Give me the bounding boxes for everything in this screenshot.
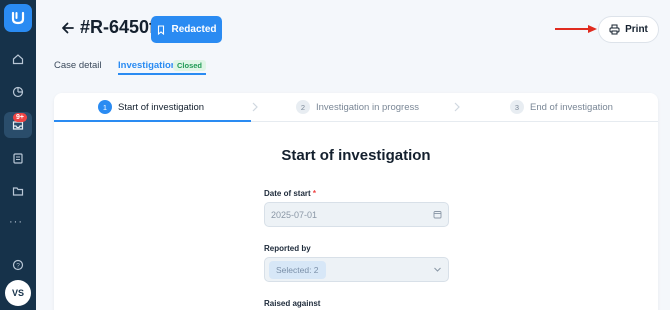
required-marker: * — [312, 189, 317, 198]
calendar-icon[interactable] — [433, 210, 442, 219]
app-logo[interactable] — [4, 4, 32, 32]
dashboard-icon[interactable] — [4, 79, 32, 105]
clipboard-icon[interactable] — [4, 145, 32, 171]
date-of-start-label: Date of start * — [264, 189, 316, 198]
raised-against-label: Raised against — [264, 299, 321, 308]
printer-icon — [609, 24, 620, 35]
step-investigation-in-progress[interactable]: 2 Investigation in progress — [296, 93, 419, 121]
tab-case-detail[interactable]: Case detail — [54, 60, 102, 71]
logo-icon — [11, 11, 25, 25]
sidebar: 9+ ··· ? VS — [0, 0, 36, 310]
annotation-arrow-icon — [555, 25, 597, 33]
more-icon[interactable]: ··· — [9, 216, 23, 228]
stepper: 1 Start of investigation 2 Investigation… — [54, 93, 658, 122]
step-label: Start of investigation — [118, 101, 205, 113]
investigation-panel: 1 Start of investigation 2 Investigation… — [54, 93, 658, 310]
back-arrow-icon[interactable] — [60, 20, 76, 36]
case-id-title: #R-6450f — [80, 17, 156, 37]
redacted-label: Redacted — [171, 24, 217, 35]
step-number: 3 — [510, 100, 524, 114]
form-title: Start of investigation — [281, 147, 431, 164]
step-end-of-investigation[interactable]: 3 End of investigation — [510, 93, 613, 121]
user-avatar[interactable]: VS — [5, 280, 31, 306]
bookmark-icon — [158, 24, 165, 35]
chevron-right-icon — [252, 102, 258, 112]
active-tab-indicator — [118, 73, 206, 75]
active-step-indicator — [54, 120, 251, 122]
date-of-start-field[interactable]: 2025-07-01 — [264, 202, 449, 227]
status-badge: Closed — [173, 60, 207, 71]
step-label: Investigation in progress — [316, 101, 419, 113]
tab-investigation[interactable]: Investigation — [118, 60, 177, 71]
selected-count-chip: Selected: 2 — [269, 260, 326, 279]
chevron-right-icon — [454, 102, 460, 112]
home-icon[interactable] — [4, 46, 32, 72]
date-value: 2025-07-01 — [271, 209, 318, 220]
chevron-down-icon[interactable] — [433, 265, 442, 274]
folder-icon[interactable] — [4, 178, 32, 204]
print-label: Print — [625, 24, 648, 35]
step-number: 1 — [98, 100, 112, 114]
reported-by-label: Reported by — [264, 244, 311, 253]
redacted-badge[interactable]: Redacted — [151, 16, 222, 43]
step-label: End of investigation — [530, 101, 613, 113]
help-icon[interactable]: ? — [4, 252, 32, 278]
notification-badge: 9+ — [13, 113, 27, 122]
reported-by-select[interactable]: Selected: 2 — [264, 257, 449, 282]
step-number: 2 — [296, 100, 310, 114]
svg-text:?: ? — [16, 262, 20, 269]
date-label-text: Date of start — [264, 189, 311, 198]
step-start-of-investigation[interactable]: 1 Start of investigation — [98, 93, 204, 121]
print-button[interactable]: Print — [598, 16, 659, 43]
